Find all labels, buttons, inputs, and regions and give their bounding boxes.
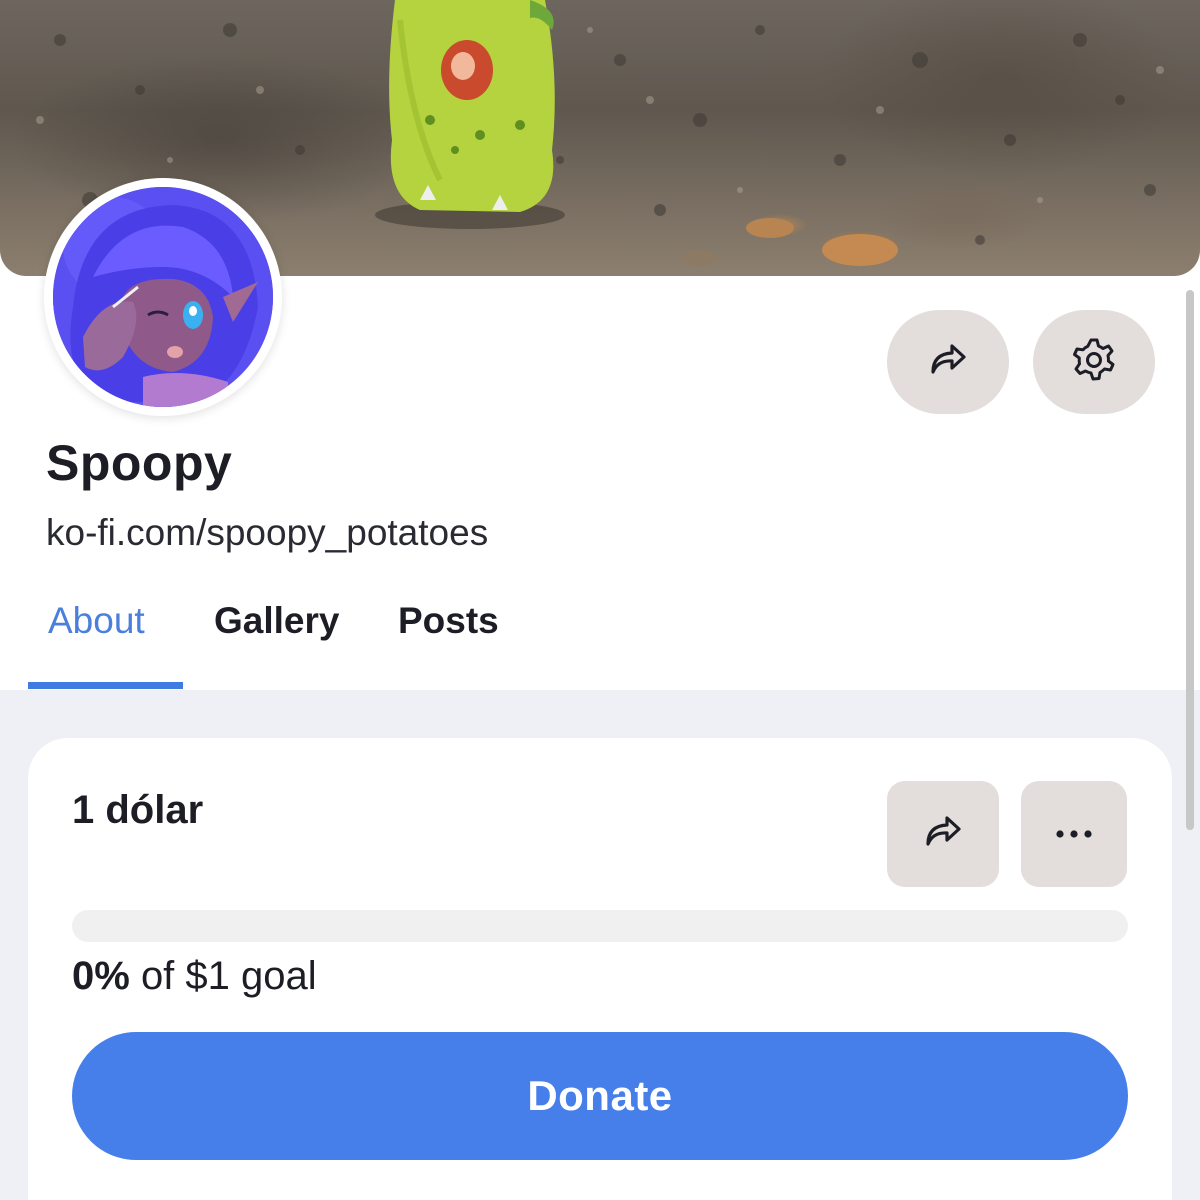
settings-button[interactable] [1033, 310, 1155, 414]
profile-name: Spoopy [46, 435, 233, 491]
profile-url[interactable]: ko-fi.com/spoopy_potatoes [46, 512, 488, 554]
share-profile-button[interactable] [887, 310, 1009, 414]
goal-progress-bar [72, 910, 1128, 942]
goal-suffix: of $1 goal [140, 954, 317, 998]
active-tab-indicator [28, 682, 183, 689]
tab-posts[interactable]: Posts [398, 600, 499, 642]
profile-tabs: About Gallery Posts [0, 590, 1200, 690]
goal-title: 1 dólar [72, 788, 204, 832]
profile-page: Spoopy ko-fi.com/spoopy_potatoes About G… [0, 0, 1200, 1200]
share-arrow-icon [919, 808, 967, 860]
more-options-button[interactable] [1021, 781, 1127, 887]
tab-gallery[interactable]: Gallery [214, 600, 339, 642]
goal-progress-text: 0% of $1 goal [72, 954, 317, 999]
gear-icon [1069, 335, 1119, 389]
avatar-image [53, 187, 273, 407]
goal-percent: 0% [72, 954, 130, 998]
share-arrow-icon [924, 336, 972, 388]
more-dots-icon [1054, 825, 1094, 844]
donate-button[interactable]: Donate [72, 1032, 1128, 1160]
tab-about[interactable]: About [48, 600, 145, 642]
scrollbar[interactable] [1186, 290, 1194, 830]
avatar[interactable] [44, 178, 282, 416]
share-goal-button[interactable] [887, 781, 999, 887]
